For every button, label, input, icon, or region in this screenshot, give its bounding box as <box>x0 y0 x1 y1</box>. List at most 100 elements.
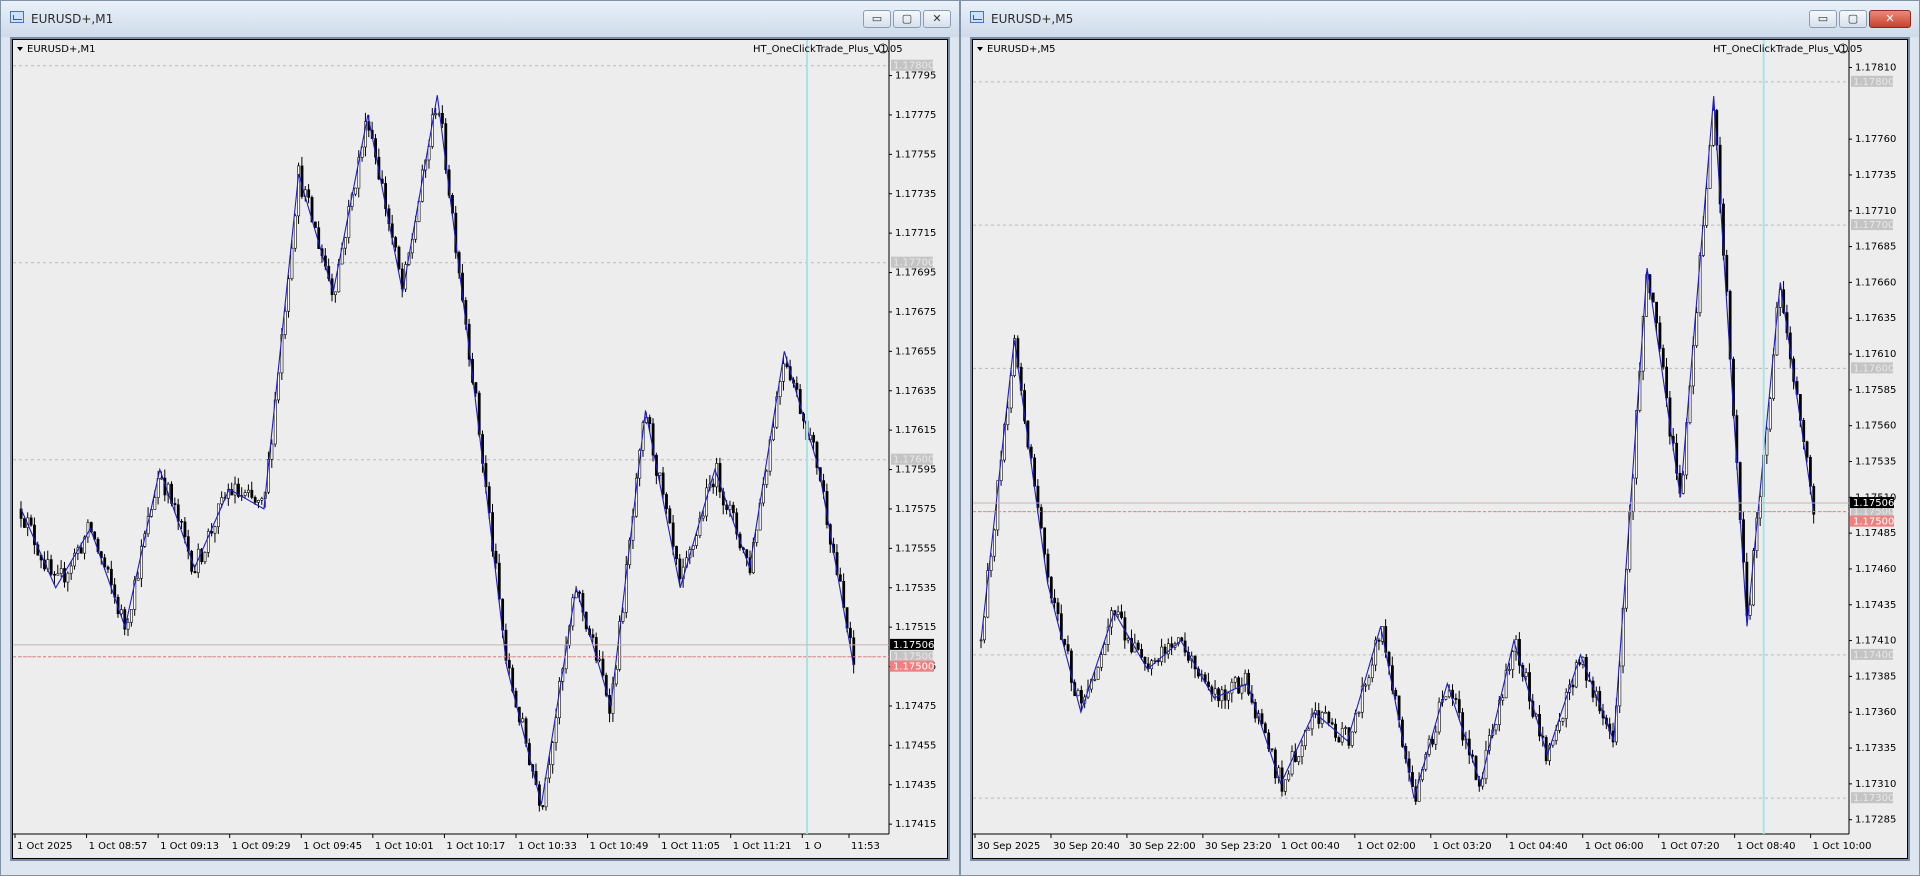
x-tick-label: 1 Oct 11:21 <box>733 841 792 852</box>
candle-body <box>1805 441 1809 458</box>
maximize-button[interactable]: ▢ <box>893 10 921 28</box>
grid-level-label: 1.17400 <box>1853 650 1894 661</box>
chart-window-m1[interactable]: EURUSD+,M1 ▭ ▢ ✕ 1.17800 1.17700 1.17600 1.… <box>0 0 960 876</box>
y-tick-label: 1.17610 <box>1855 349 1896 360</box>
chart-window-m5[interactable]: EURUSD+,M5 ▭ ▢ ✕ 1.17800 1.17700 1.17600 1.… <box>960 0 1920 876</box>
candle-body <box>1524 672 1528 677</box>
chart-canvas[interactable]: 1.178001.177001.176001.175001.177951.177… <box>13 40 947 858</box>
x-tick-label: 1 Oct 08:57 <box>89 841 148 852</box>
candle-body <box>1160 646 1164 663</box>
window-title: EURUSD+,M5 <box>991 12 1074 26</box>
candle-body <box>1658 322 1662 349</box>
y-tick-label: 1.17515 <box>895 622 936 633</box>
candle-body <box>1511 651 1515 670</box>
candle-body <box>601 658 605 676</box>
candle-body <box>59 568 63 574</box>
title-bar[interactable]: EURUSD+,M5 ▭ ▢ ✕ <box>961 1 1919 37</box>
y-tick-label: 1.17435 <box>895 780 936 791</box>
price-chart[interactable]: 1.17800 1.17700 1.17600 1.17500 1.17795 1.177… <box>12 39 948 859</box>
zigzag-line <box>20 95 855 805</box>
y-tick-label: 1.17360 <box>1855 707 1896 718</box>
candle-body <box>1153 659 1157 662</box>
candle-body <box>1661 348 1665 368</box>
candle-body <box>675 546 678 560</box>
symbol-dropdown-icon <box>17 47 23 51</box>
y-tick-label: 1.17485 <box>1855 528 1896 539</box>
y-tick-label: 1.17795 <box>895 71 936 82</box>
candle-body <box>591 634 595 638</box>
candle-body <box>755 529 759 543</box>
minimize-button[interactable]: ▭ <box>863 10 891 28</box>
candle-body <box>551 742 555 765</box>
chart-symbol-label: EURUSD+,M1 <box>27 44 96 55</box>
candle-body <box>1578 662 1582 665</box>
candle-body <box>153 497 157 510</box>
minimize-button[interactable]: ▭ <box>1809 10 1837 28</box>
candle-body <box>701 515 705 519</box>
y-tick-label: 1.17710 <box>1855 206 1896 217</box>
candle-body <box>56 573 60 576</box>
y-tick-label: 1.17455 <box>895 740 936 751</box>
title-bar[interactable]: EURUSD+,M1 ▭ ▢ ✕ <box>1 1 959 37</box>
candle-body <box>1009 375 1013 409</box>
candle-body <box>1140 649 1144 658</box>
candle-body <box>731 504 735 514</box>
x-tick-label: 30 Sep 23:20 <box>1205 841 1272 852</box>
y-axis: 1.17795 1.17775 1.17755 1.17735 1.17715 1.176… <box>889 71 936 830</box>
y-tick-label: 1.17595 <box>895 465 936 476</box>
zigzag-line <box>980 96 1815 799</box>
candle-body <box>130 609 133 623</box>
y-tick-label: 1.17635 <box>895 386 936 397</box>
y-tick-label: 1.17535 <box>1855 456 1896 467</box>
candle-body <box>344 237 347 249</box>
candle-body <box>1370 664 1374 679</box>
candle-body <box>1287 773 1291 781</box>
ask-price-label: 1.17500 <box>893 662 934 673</box>
indicator-label: HT_OneClickTrade_Plus_V1.05 <box>753 44 903 55</box>
maximize-button[interactable]: ▢ <box>1839 10 1867 28</box>
candle-body <box>1096 667 1100 680</box>
close-button[interactable]: ✕ <box>1869 10 1911 28</box>
candle-body <box>1501 697 1505 701</box>
symbol-dropdown-icon <box>977 47 983 51</box>
candle-body <box>849 627 852 639</box>
chart-canvas[interactable]: 1.17800 1.17700 1.17600 1.17500 1.17400 1.173… <box>973 40 1907 858</box>
candle-body <box>812 434 816 443</box>
candle-body <box>1223 689 1227 701</box>
candle-body <box>1233 677 1237 683</box>
x-tick-label: 1 Oct 2025 <box>17 841 72 852</box>
x-tick-label: 30 Sep 22:00 <box>1129 841 1196 852</box>
candle-body <box>287 278 291 312</box>
candle-body <box>1454 698 1458 700</box>
candle-body <box>243 492 247 496</box>
candle-body <box>1053 597 1057 604</box>
candle-body <box>106 566 110 570</box>
candle-body <box>695 535 698 546</box>
candle-body <box>1043 527 1047 555</box>
candle-body <box>1063 639 1067 645</box>
candle-body <box>541 805 545 808</box>
candle-body <box>678 558 682 580</box>
bid-price-label: 1.17506 <box>1853 498 1894 509</box>
x-tick-label: 1 Oct 09:13 <box>160 841 219 852</box>
x-tick-label: 1 Oct 00:40 <box>1281 841 1340 852</box>
x-tick-label: 30 Sep 2025 <box>977 841 1040 852</box>
candle-body <box>658 472 662 476</box>
close-button[interactable]: ✕ <box>923 10 951 28</box>
y-tick-label: 1.17735 <box>895 189 936 200</box>
candle-body <box>765 470 769 485</box>
y-tick-label: 1.17285 <box>1855 815 1896 826</box>
candle-body <box>69 565 73 574</box>
candle-body <box>293 215 297 249</box>
candle-body <box>554 717 558 743</box>
candle-body <box>1116 611 1120 615</box>
candle-body <box>250 489 254 498</box>
candle-body <box>79 547 83 554</box>
candle-body <box>1100 654 1103 668</box>
price-chart[interactable]: 1.17800 1.17700 1.17600 1.17500 1.17400 1.173… <box>972 39 1908 859</box>
candle-body <box>665 494 668 510</box>
candle-body <box>253 497 257 503</box>
candle-body <box>1330 722 1334 725</box>
candle-body <box>1046 553 1050 578</box>
candle-body <box>136 577 140 581</box>
